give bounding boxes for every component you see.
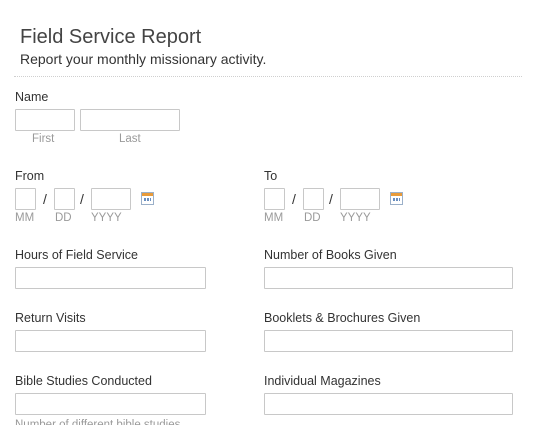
form-title: Field Service Report bbox=[20, 26, 202, 48]
bible-studies-input[interactable] bbox=[15, 393, 206, 415]
name-label: Name bbox=[15, 90, 49, 104]
to-day-input[interactable] bbox=[303, 188, 324, 210]
from-day-sublabel: DD bbox=[55, 212, 72, 224]
magazines-input[interactable] bbox=[264, 393, 513, 415]
to-year-input[interactable] bbox=[340, 188, 380, 210]
from-year-sublabel: YYYY bbox=[91, 212, 122, 224]
last-name-input[interactable] bbox=[80, 109, 180, 131]
from-date-separator: / bbox=[80, 191, 84, 207]
from-date-separator: / bbox=[43, 191, 47, 207]
from-month-input[interactable] bbox=[15, 188, 36, 210]
bible-studies-sublabel: Number of different bible studies bbox=[15, 419, 181, 425]
return-visits-label: Return Visits bbox=[15, 311, 86, 325]
first-name-input[interactable] bbox=[15, 109, 75, 131]
magazines-label: Individual Magazines bbox=[264, 374, 381, 388]
to-date-separator: / bbox=[329, 191, 333, 207]
to-label: To bbox=[264, 169, 278, 183]
from-label: From bbox=[15, 169, 45, 183]
return-visits-input[interactable] bbox=[15, 330, 206, 352]
first-name-sublabel: First bbox=[32, 133, 55, 145]
to-day-sublabel: DD bbox=[304, 212, 321, 224]
booklets-input[interactable] bbox=[264, 330, 513, 352]
hours-input[interactable] bbox=[15, 267, 206, 289]
calendar-icon[interactable] bbox=[390, 192, 403, 205]
to-year-sublabel: YYYY bbox=[340, 212, 371, 224]
to-month-input[interactable] bbox=[264, 188, 285, 210]
books-input[interactable] bbox=[264, 267, 513, 289]
header-divider bbox=[14, 76, 522, 77]
bible-studies-label: Bible Studies Conducted bbox=[15, 374, 152, 388]
from-month-sublabel: MM bbox=[15, 212, 35, 224]
books-label: Number of Books Given bbox=[264, 248, 397, 262]
hours-label: Hours of Field Service bbox=[15, 248, 138, 262]
from-year-input[interactable] bbox=[91, 188, 131, 210]
booklets-label: Booklets & Brochures Given bbox=[264, 311, 421, 325]
to-date-separator: / bbox=[292, 191, 296, 207]
to-month-sublabel: MM bbox=[264, 212, 284, 224]
from-day-input[interactable] bbox=[54, 188, 75, 210]
form-subtitle: Report your monthly missionary activity. bbox=[20, 51, 267, 67]
calendar-icon[interactable] bbox=[141, 192, 154, 205]
last-name-sublabel: Last bbox=[119, 133, 141, 145]
